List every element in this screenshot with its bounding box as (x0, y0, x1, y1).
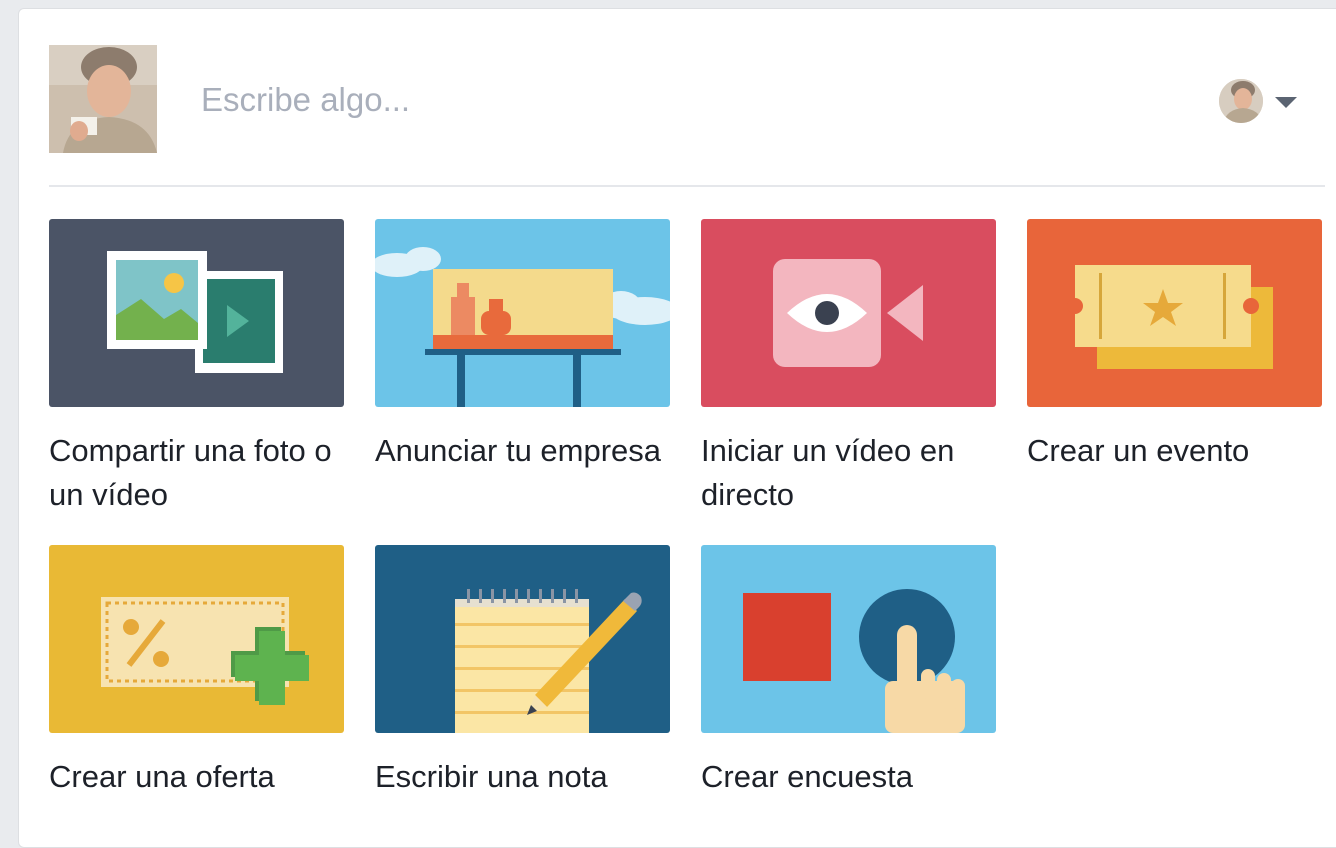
photo-video-icon (49, 219, 344, 407)
action-create-event[interactable]: Crear un evento (1027, 219, 1323, 473)
action-label: Escribir una nota (375, 759, 608, 794)
action-write-note[interactable]: Escribir una nota (375, 545, 671, 799)
action-label: Compartir una foto o un vídeo (49, 433, 332, 512)
billboard-icon (375, 219, 670, 407)
profile-picture[interactable] (49, 45, 157, 153)
live-video-icon (701, 219, 996, 407)
audience-selector[interactable] (1219, 79, 1305, 125)
action-share-photo-video[interactable]: Compartir una foto o un vídeo (49, 219, 345, 517)
post-input[interactable]: Escribe algo... (201, 81, 410, 119)
action-label: Crear una oferta (49, 759, 275, 794)
action-label: Crear encuesta (701, 759, 913, 794)
action-label: Iniciar un vídeo en directo (701, 433, 955, 512)
action-label: Crear un evento (1027, 433, 1250, 468)
create-post-card: Escribe algo... Compartir una foto o un … (18, 8, 1336, 848)
action-create-poll[interactable]: Crear encuesta (701, 545, 997, 799)
action-create-offer[interactable]: Crear una oferta (49, 545, 345, 799)
chevron-down-icon (1275, 97, 1297, 108)
offer-coupon-icon (49, 545, 344, 733)
action-start-live-video[interactable]: Iniciar un vídeo en directo (701, 219, 997, 517)
avatar (1219, 79, 1263, 123)
composer: Escribe algo... (49, 45, 1329, 155)
ticket-icon (1027, 219, 1322, 407)
action-advertise-business[interactable]: Anunciar tu empresa (375, 219, 671, 473)
action-label: Anunciar tu empresa (375, 433, 662, 468)
notepad-pencil-icon (375, 545, 670, 733)
poll-icon (701, 545, 996, 733)
divider (49, 185, 1325, 187)
